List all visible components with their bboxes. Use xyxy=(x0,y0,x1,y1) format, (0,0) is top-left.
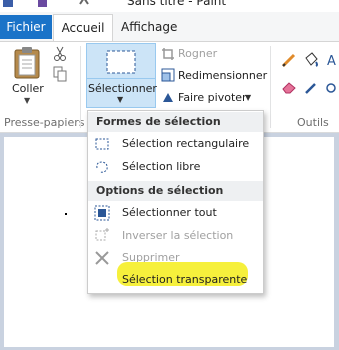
rect-select-icon xyxy=(95,138,109,150)
free-select-icon xyxy=(96,161,108,173)
menu-header-shapes: Formes de sélection xyxy=(88,112,263,132)
menu-item-transparent-selection[interactable]: Sélection transparente xyxy=(88,269,263,291)
group-divider xyxy=(80,46,81,128)
invert-selection-icon xyxy=(95,228,109,241)
text-tool-icon[interactable]: A xyxy=(325,52,339,68)
redo-icon[interactable] xyxy=(36,0,48,8)
chevron-down-icon: ▼ xyxy=(117,95,124,104)
group-label-tools: Outils xyxy=(297,116,329,129)
cut-icon[interactable] xyxy=(53,46,67,62)
menu-item-invert-selection[interactable]: Inverser la sélection xyxy=(88,225,263,247)
rotate-dropdown-icon[interactable]: ▼ xyxy=(245,93,251,102)
tab-file[interactable]: Fichier xyxy=(0,15,52,39)
eraser-icon[interactable] xyxy=(281,80,297,94)
rotate-icon xyxy=(163,93,173,102)
magnifier-icon[interactable] xyxy=(325,82,339,96)
resize-button[interactable]: Redimensionner xyxy=(178,69,267,82)
title-bar: Sans titre - Paint xyxy=(0,0,339,12)
tab-home[interactable]: Accueil xyxy=(53,14,113,42)
window-title: Sans titre - Paint xyxy=(127,0,227,8)
menu-item-select-all[interactable]: Sélectionner tout xyxy=(88,202,263,224)
group-label-clipboard: Presse-papiers xyxy=(4,116,85,129)
resize-icon xyxy=(161,68,175,82)
save-icon[interactable] xyxy=(2,0,14,8)
tab-view[interactable]: Affichage xyxy=(121,15,177,39)
select-button-label: Sélectionner xyxy=(88,82,157,95)
menu-header-options: Options de sélection xyxy=(88,181,263,201)
rotate-button[interactable]: Faire pivoter xyxy=(178,91,247,104)
fill-bucket-icon[interactable] xyxy=(303,52,319,68)
paste-dropdown-icon[interactable]: ▼ xyxy=(24,96,30,105)
select-all-icon xyxy=(94,205,110,221)
crop-icon xyxy=(162,48,174,60)
svg-text:A: A xyxy=(327,54,336,68)
undo-icon[interactable] xyxy=(78,0,92,8)
delete-icon xyxy=(95,251,109,265)
paste-icon[interactable] xyxy=(12,46,44,80)
group-divider xyxy=(270,46,271,128)
canvas-dot xyxy=(65,213,67,215)
pencil-icon[interactable] xyxy=(281,52,297,68)
rect-select-icon xyxy=(106,50,136,74)
menu-item-free-select[interactable]: Sélection libre xyxy=(88,156,263,178)
menu-item-rect-select[interactable]: Sélection rectangulaire xyxy=(88,133,263,155)
paste-button[interactable]: Coller xyxy=(12,82,44,95)
copy-icon[interactable] xyxy=(53,66,67,82)
color-picker-icon[interactable] xyxy=(303,80,319,96)
crop-button[interactable]: Rogner xyxy=(178,47,217,60)
